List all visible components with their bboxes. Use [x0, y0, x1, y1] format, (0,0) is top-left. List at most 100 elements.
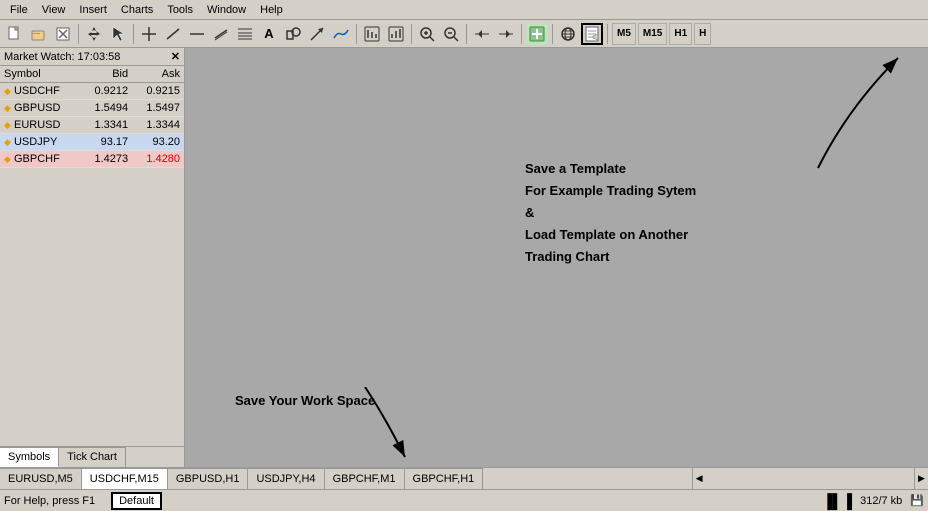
bid-cell: 1.3341 [80, 117, 132, 134]
chart-tab-gbpchf-h1[interactable]: GBPCHF,H1 [405, 468, 484, 490]
chart-tab-usdjpy-h4[interactable]: USDJPY,H4 [248, 468, 324, 490]
bid-cell: 1.5494 [80, 100, 132, 117]
market-watch-empty [0, 168, 184, 446]
chart-tab-eurusd-m5[interactable]: EURUSD,M5 [0, 468, 82, 490]
globe-btn[interactable] [557, 23, 579, 45]
size-text: 312/7 kb [860, 495, 902, 507]
scroll-left-btn[interactable] [471, 23, 493, 45]
open-btn[interactable] [28, 23, 50, 45]
channel-btn[interactable] [210, 23, 232, 45]
statusbar: For Help, press F1 Default ▐▌▐ 312/7 kb … [0, 489, 928, 511]
move-btn[interactable] [83, 23, 105, 45]
ask-cell: 1.3344 [132, 117, 184, 134]
sep8 [607, 24, 608, 44]
left-tab-symbols[interactable]: Symbols [0, 447, 59, 467]
left-tab-tick-chart[interactable]: Tick Chart [59, 447, 126, 467]
h-btn[interactable]: H [694, 23, 711, 45]
status-right: ▐▌▐ 312/7 kb 💾 [822, 493, 924, 509]
h1-btn[interactable]: H1 [669, 23, 692, 45]
symbol-cell: ◆ GBPCHF [0, 151, 80, 168]
col-symbol: Symbol [0, 66, 80, 83]
arrow-template [628, 48, 928, 178]
bar-chart-icon: ▐▌▐ [822, 493, 852, 509]
diamond-icon: ◆ [4, 103, 11, 113]
annotation-line3: & [525, 202, 696, 224]
annotation-line4: Load Template on Another [525, 224, 696, 246]
chart-tab-usdchf-m15[interactable]: USDCHF,M15 [82, 468, 168, 490]
market-watch-table: Symbol Bid Ask ◆ USDCHF0.92120.9215◆ GBP… [0, 66, 184, 168]
memory-icon: 💾 [910, 494, 924, 507]
chart-tab-gbpchf-m1[interactable]: GBPCHF,M1 [325, 468, 405, 490]
diamond-icon: ◆ [4, 120, 11, 130]
chart-tabs: EURUSD,M5 USDCHF,M15 GBPUSD,H1 USDJPY,H4… [0, 467, 928, 489]
tab-scroll-left[interactable]: ◀ [692, 468, 706, 490]
text-btn[interactable]: A [258, 23, 280, 45]
fib-btn[interactable] [234, 23, 256, 45]
m5-btn[interactable]: M5 [612, 23, 636, 45]
table-row: ◆ USDCHF0.92120.9215 [0, 83, 184, 100]
menu-view[interactable]: View [36, 2, 72, 18]
workspace-box: Default [111, 492, 162, 510]
sep3 [356, 24, 357, 44]
chart-tab-gbpusd-h1[interactable]: GBPUSD,H1 [168, 468, 249, 490]
indicator-btn[interactable] [330, 23, 352, 45]
symbol-cell: ◆ GBPUSD [0, 100, 80, 117]
left-panel: Market Watch: 17:03:58 ✕ Symbol Bid Ask … [0, 48, 185, 467]
crosshair-btn[interactable] [138, 23, 160, 45]
chart-area[interactable]: Save a Template For Example Trading Syte… [185, 48, 928, 467]
ask-cell: 0.9215 [132, 83, 184, 100]
sep7 [552, 24, 553, 44]
diamond-icon: ◆ [4, 154, 11, 164]
template-btn[interactable] [581, 23, 603, 45]
bid-cell: 1.4273 [80, 151, 132, 168]
autoscroll-btn[interactable] [495, 23, 517, 45]
zoom-btn[interactable] [385, 23, 407, 45]
table-row: ◆ USDJPY93.1793.20 [0, 134, 184, 151]
line-draw-btn[interactable] [162, 23, 184, 45]
sep2 [133, 24, 134, 44]
col-bid: Bid [80, 66, 132, 83]
toolbar: A M5 M15 H1 H [0, 20, 928, 48]
zoom-in-btn[interactable] [416, 23, 438, 45]
sep5 [466, 24, 467, 44]
symbol-cell: ◆ EURUSD [0, 117, 80, 134]
diamond-icon: ◆ [4, 86, 11, 96]
shapes-btn[interactable] [282, 23, 304, 45]
table-row: ◆ GBPCHF1.42731.4280 [0, 151, 184, 168]
menu-tools[interactable]: Tools [161, 2, 199, 18]
menu-file[interactable]: File [4, 2, 34, 18]
table-row: ◆ EURUSD1.33411.3344 [0, 117, 184, 134]
period-btn[interactable] [361, 23, 383, 45]
market-watch-close[interactable]: ✕ [171, 50, 180, 63]
ask-cell: 93.20 [132, 134, 184, 151]
menu-charts[interactable]: Charts [115, 2, 159, 18]
menu-insert[interactable]: Insert [73, 2, 113, 18]
tab-scroll-right[interactable]: ▶ [914, 468, 928, 490]
help-text: For Help, press F1 [4, 495, 95, 507]
diamond-icon: ◆ [4, 137, 11, 147]
new-chart-btn[interactable] [4, 23, 26, 45]
arrow-btn[interactable] [306, 23, 328, 45]
annotation-line2: For Example Trading Sytem [525, 180, 696, 202]
m15-btn[interactable]: M15 [638, 23, 667, 45]
ask-cell: 1.4280 [132, 151, 184, 168]
main-layout: Market Watch: 17:03:58 ✕ Symbol Bid Ask … [0, 48, 928, 467]
close-btn[interactable] [52, 23, 74, 45]
arrow-workspace [285, 387, 485, 467]
dash-btn[interactable] [186, 23, 208, 45]
market-watch-body: ◆ USDCHF0.92120.9215◆ GBPUSD1.54941.5497… [0, 83, 184, 168]
add-indicator-btn[interactable] [526, 23, 548, 45]
menu-window[interactable]: Window [201, 2, 252, 18]
menu-bar: File View Insert Charts Tools Window Hel… [0, 0, 928, 20]
ask-cell: 1.5497 [132, 100, 184, 117]
market-watch-title: Market Watch: 17:03:58 [4, 51, 120, 63]
menu-help[interactable]: Help [254, 2, 289, 18]
left-tabs: Symbols Tick Chart [0, 446, 184, 467]
col-ask: Ask [132, 66, 184, 83]
bid-cell: 93.17 [80, 134, 132, 151]
cursor-btn[interactable] [107, 23, 129, 45]
sep6 [521, 24, 522, 44]
annotation-line5: Trading Chart [525, 246, 696, 268]
symbol-cell: ◆ USDCHF [0, 83, 80, 100]
zoom-out-btn[interactable] [440, 23, 462, 45]
